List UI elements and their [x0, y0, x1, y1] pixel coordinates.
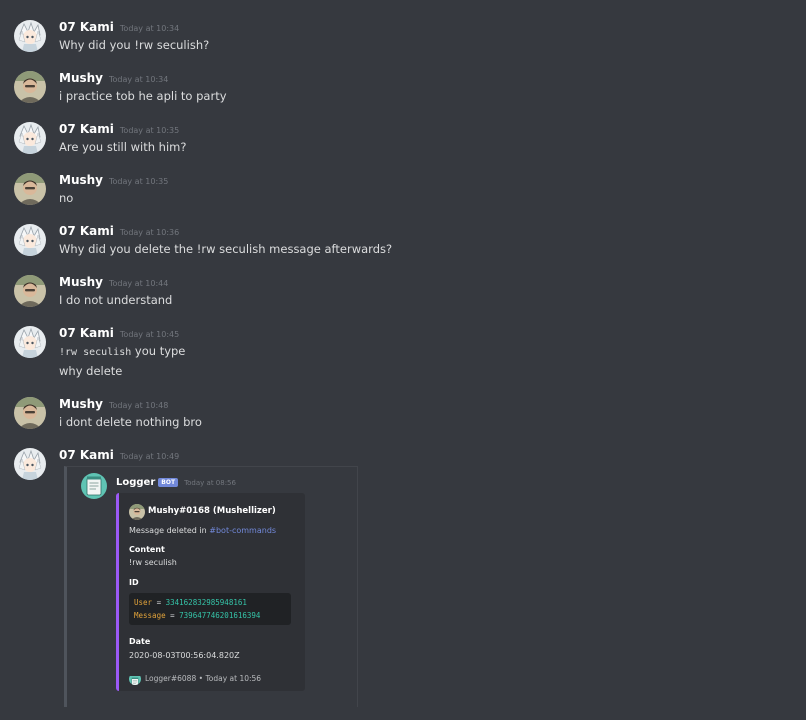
log-embed: Mushy#0168 (Mushellizer) Message deleted…	[116, 493, 305, 691]
code-line-message: Message = 739647746201616394	[134, 611, 261, 620]
field-name-content: Content	[129, 545, 165, 554]
message: 07 Kami Today at 10:35 Are you still with…	[0, 122, 760, 158]
username[interactable]: 07 Kami Today at 10:36	[59, 224, 179, 238]
message-text: no	[59, 191, 74, 205]
username[interactable]: 07 Kami Today at 10:35	[59, 122, 179, 136]
timestamp: Today at 10:35	[109, 177, 169, 186]
code-line-user: User = 334162832985948161	[134, 598, 247, 607]
timestamp: Today at 10:45	[119, 330, 180, 339]
timestamp: Today at 10:34	[109, 75, 169, 84]
mushy-avatar-icon[interactable]	[14, 173, 46, 205]
timestamp: Today at 10:44	[109, 279, 169, 288]
embed-description: Message deleted in #bot-commands	[129, 526, 277, 535]
channel-link[interactable]: #bot-commands	[209, 526, 276, 535]
mushy-avatar-icon[interactable]	[14, 71, 46, 103]
mushy-avatar-icon[interactable]	[14, 275, 46, 307]
message: Mushy Today at 10:35 no	[0, 173, 760, 209]
timestamp: Today at 10:49	[119, 452, 180, 461]
field-name-date: Date	[129, 637, 151, 646]
message-text: i practice tob he apli to party	[59, 89, 227, 103]
message-text: why delete	[59, 364, 123, 378]
timestamp: Today at 10:34	[119, 24, 180, 33]
embed-footer: Logger#6088 • Today at 10:56	[145, 674, 262, 683]
message: Mushy Today at 10:48 i dont delete nothin…	[0, 397, 760, 433]
timestamp: Today at 10:35	[119, 126, 180, 135]
message-text: Are you still with him?	[59, 140, 187, 154]
username[interactable]: Mushy Today at 10:34	[59, 71, 168, 85]
notepad-icon[interactable]	[81, 473, 107, 499]
message: Mushy Today at 10:34 i practice tob he ap…	[0, 71, 760, 107]
embed-author: Mushy#0168 (Mushellizer)	[148, 506, 276, 516]
quoted-message: Logger BOT Today at 08:56 Mushy#0168 (Mush…	[64, 466, 358, 707]
message-text: !rw seculish you type	[59, 344, 185, 358]
timestamp: Today at 10:36	[119, 228, 180, 237]
kami-avatar-icon[interactable]	[14, 20, 46, 52]
message-text: I do not understand	[59, 293, 173, 307]
username[interactable]: 07 Kami Today at 10:34	[59, 20, 179, 34]
message-text: i dont delete nothing bro	[59, 415, 202, 429]
kami-avatar-icon[interactable]	[14, 224, 46, 256]
mushy-avatar-icon[interactable]	[14, 397, 46, 429]
message-text: Why did you delete the !rw seculish mess…	[59, 242, 393, 256]
field-value-content: !rw seculish	[129, 558, 177, 567]
kami-avatar-icon[interactable]	[14, 122, 46, 154]
message: Mushy Today at 10:44 I do not understand	[0, 275, 760, 311]
username[interactable]: 07 Kami Today at 10:45	[59, 326, 179, 340]
kami-avatar-icon[interactable]	[14, 448, 46, 480]
message: 07 Kami Today at 10:45 !rw seculish you t…	[0, 326, 760, 382]
message-text-suffix: you type	[131, 344, 186, 358]
notepad-icon	[129, 673, 141, 685]
bot-badge: BOT	[158, 478, 179, 487]
message: 07 Kami Today at 10:34 Why did you !rw se…	[0, 20, 760, 56]
mushy-avatar-icon	[129, 504, 145, 520]
chat-log: 07 Kami Today at 10:34 Why did you !rw se…	[0, 0, 806, 720]
timestamp: Today at 10:48	[109, 401, 169, 410]
username[interactable]: 07 Kami Today at 10:49	[59, 448, 179, 462]
inline-code: !rw seculish	[59, 347, 132, 358]
message-text: Why did you !rw seculish?	[59, 38, 210, 52]
username[interactable]: Mushy Today at 10:35	[59, 173, 168, 187]
bot-username[interactable]: Logger BOT Today at 08:56	[116, 477, 236, 488]
message: 07 Kami Today at 10:36 Why did you delete…	[0, 224, 760, 260]
kami-avatar-icon[interactable]	[14, 326, 46, 358]
username[interactable]: Mushy Today at 10:48	[59, 397, 168, 411]
timestamp: Today at 08:56	[184, 479, 236, 487]
field-name-id: ID	[129, 578, 139, 587]
field-value-date: 2020-08-03T00:56:04.820Z	[129, 651, 240, 660]
code-block: User = 334162832985948161 Message = 7396…	[129, 593, 291, 625]
username[interactable]: Mushy Today at 10:44	[59, 275, 168, 289]
